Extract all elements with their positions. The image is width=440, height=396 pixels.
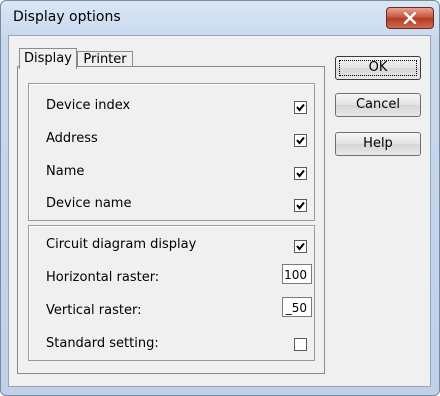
checkmark-icon [296,169,305,178]
checkmark-icon [296,201,305,210]
checkmark-icon [296,242,305,251]
dialog-window: Display options Display Printer Device i… [0,0,440,396]
circuit-diagram-checkbox[interactable] [294,240,307,253]
tab-panel: Device index Address Name Device name Ci… [17,66,325,374]
device-index-checkbox[interactable] [294,101,307,114]
circuit-diagram-label: Circuit diagram display [46,237,197,252]
ok-button[interactable]: OK [335,56,421,80]
cancel-button[interactable]: Cancel [335,93,421,117]
device-index-label: Device index [46,98,131,113]
close-icon [403,12,417,24]
checkmark-icon [296,103,305,112]
checkmark-icon [296,136,305,145]
horizontal-raster-label: Horizontal raster: [46,270,160,285]
title-bar[interactable]: Display options [1,1,439,35]
window-title: Display options [13,9,121,25]
standard-setting-label: Standard setting: [46,336,159,351]
horizontal-raster-input[interactable]: 100 [282,264,312,284]
device-name-label: Device name [46,196,132,211]
name-label: Name [46,164,85,179]
cancel-button-label: Cancel [355,97,401,112]
standard-setting-checkbox[interactable] [294,338,307,351]
dialog-client: Display Printer Device index Address Nam… [8,35,431,387]
focus-rectangle [339,60,417,76]
vertical-raster-label: Vertical raster: [46,303,142,318]
vertical-raster-input[interactable]: _50 [282,297,312,317]
tab-display[interactable]: Display [19,48,77,69]
display-group: Device index Address Name Device name [28,83,315,221]
help-button[interactable]: Help [335,132,421,156]
help-button-label: Help [363,136,393,151]
diagram-group: Circuit diagram display Horizontal raste… [28,225,315,361]
device-name-checkbox[interactable] [294,199,307,212]
close-button[interactable] [386,7,434,29]
address-checkbox[interactable] [294,134,307,147]
name-checkbox[interactable] [294,167,307,180]
address-label: Address [46,131,98,146]
